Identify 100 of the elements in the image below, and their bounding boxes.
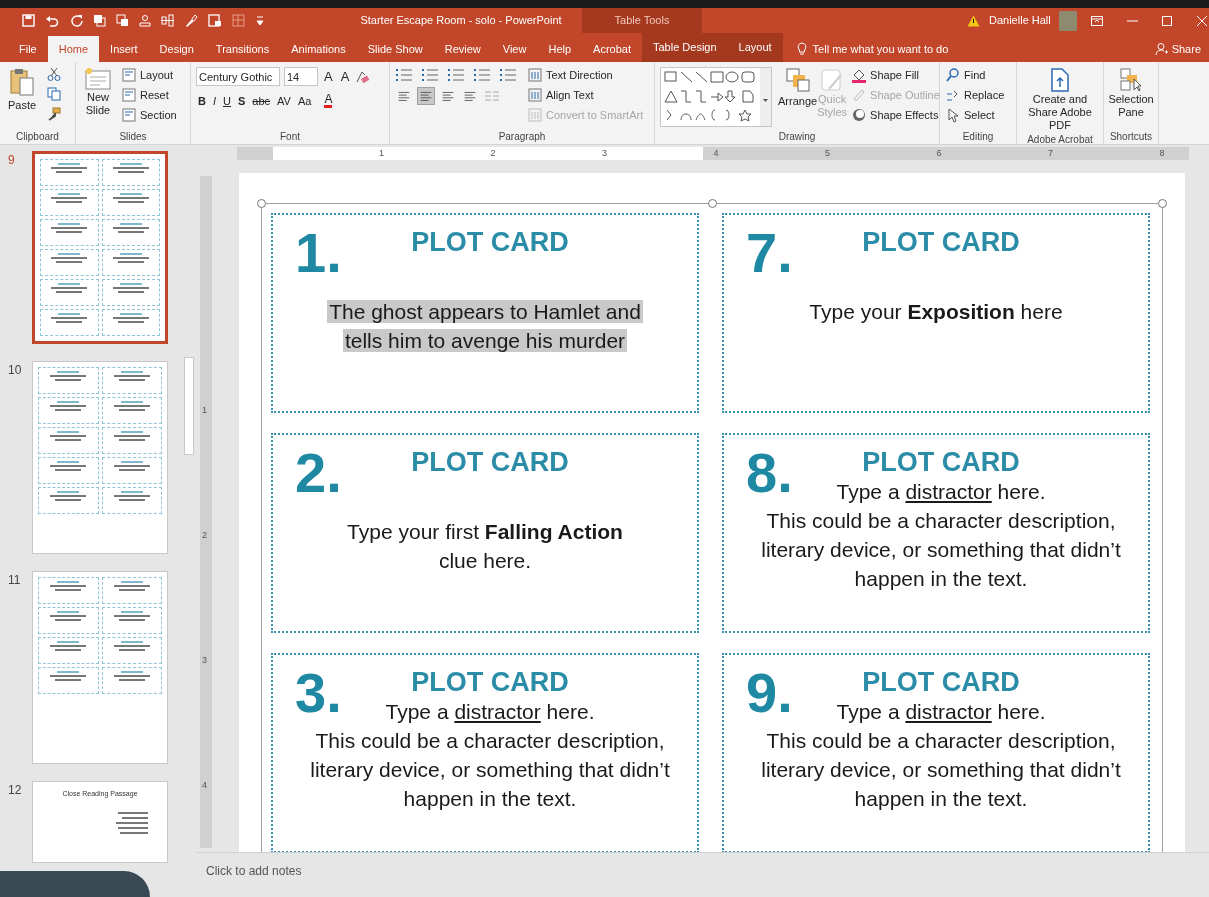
paragraph-command[interactable]: Text Direction xyxy=(527,65,644,85)
editing-command[interactable]: Find xyxy=(945,65,1005,85)
customize-caret-icon[interactable] xyxy=(256,15,264,26)
plot-card[interactable]: 7. PLOT CARD Type your Exposition here xyxy=(722,213,1150,413)
slide-number: 10 xyxy=(8,362,22,379)
ribbon-tab[interactable]: Design xyxy=(148,36,205,62)
effects-icon xyxy=(851,107,868,123)
close-icon[interactable] xyxy=(1196,15,1208,26)
slides-command[interactable]: Layout xyxy=(121,65,177,85)
thumbnail-card-drawing xyxy=(101,457,162,484)
copy-icon[interactable] xyxy=(47,87,61,101)
ribbon-display-icon[interactable] xyxy=(1090,15,1103,26)
user-name[interactable]: Danielle Hall xyxy=(989,12,1051,29)
format-painter-icon[interactable] xyxy=(47,107,61,121)
create-pdf-button[interactable]: Create and Share Adobe PDF xyxy=(1022,65,1098,132)
ribbon-tab[interactable]: Table Design xyxy=(642,33,728,62)
group-label: Editing xyxy=(961,130,995,144)
thumbnail-card-drawing xyxy=(101,577,162,604)
clear-formatting-icon[interactable] xyxy=(355,69,370,84)
plot-card[interactable]: 8. PLOT CARD Type a distractor here. This could be a character description, literary device, or something that didn’t happen in the text. xyxy=(722,433,1150,633)
card-text[interactable]: Type your Exposition here xyxy=(724,297,1148,326)
slides-command[interactable]: Reset xyxy=(121,85,177,105)
maximize-icon[interactable] xyxy=(1161,15,1173,26)
ribbon-tab[interactable]: File xyxy=(8,36,48,62)
plot-card[interactable]: 1. PLOT CARD The ghost appears to Hamlet and tells him to avenge his murder xyxy=(271,213,699,413)
drawing-command[interactable]: Shape Effects xyxy=(851,105,940,125)
thumbnail-card-drawing xyxy=(101,279,160,306)
align-objects-icon[interactable] xyxy=(161,14,174,27)
ribbon-tab[interactable]: Home xyxy=(47,36,100,62)
card-text[interactable]: Type your first Falling Action clue here. xyxy=(273,517,697,575)
ribbon-tab[interactable]: Layout xyxy=(727,33,783,62)
drawing-command[interactable]: Shape Fill xyxy=(851,65,940,85)
ribbon-tab[interactable]: Acrobat xyxy=(582,36,642,62)
layout-icon xyxy=(121,67,137,83)
thumbnail-card-drawing xyxy=(38,607,99,634)
ribbon-tab[interactable]: Review xyxy=(433,36,492,62)
slide-number: 12 xyxy=(8,782,22,799)
tell-me-search[interactable]: Tell me what you want to do xyxy=(812,40,949,58)
editing-command[interactable]: Select xyxy=(945,105,1005,125)
ribbon-tab[interactable]: Animations xyxy=(280,36,357,62)
share-button[interactable]: Share xyxy=(1171,40,1201,58)
ribbon-tab[interactable]: Insert xyxy=(99,36,149,62)
thumbnail-card-drawing xyxy=(101,667,162,694)
thumbnail-card-drawing xyxy=(40,189,99,216)
align-center-icon[interactable] xyxy=(417,87,435,105)
shadow-button[interactable]: S xyxy=(237,92,246,109)
new-slide-button[interactable]: New Slide xyxy=(81,65,115,129)
ruler-label: 3 xyxy=(602,147,607,160)
font-color-button[interactable]: A xyxy=(324,93,333,109)
paste-button[interactable]: Paste xyxy=(5,65,39,129)
character-spacing-button[interactable]: AV xyxy=(277,92,291,109)
bold-button[interactable]: B xyxy=(198,92,206,109)
bullets-icon[interactable] xyxy=(395,68,413,82)
font-size-field[interactable]: 14 xyxy=(284,67,318,87)
thumbnail-card-drawing xyxy=(38,427,99,454)
repeat-icon[interactable] xyxy=(71,14,83,27)
screen-icon[interactable] xyxy=(208,14,222,27)
slide-thumbnail[interactable] xyxy=(32,361,168,554)
italic-button[interactable]: I xyxy=(212,92,216,109)
decrease-font-size-button[interactable]: A xyxy=(338,67,352,87)
resize-handle[interactable] xyxy=(257,199,266,208)
change-case-button[interactable]: Aa xyxy=(297,92,312,109)
group-label: Slides xyxy=(118,130,148,144)
clipboard-icon xyxy=(9,67,35,97)
thumbnail-card-drawing xyxy=(38,577,99,604)
resize-handle[interactable] xyxy=(1158,199,1167,208)
duplicate-icon[interactable] xyxy=(116,14,129,27)
ribbon-tab[interactable]: Help xyxy=(537,36,583,62)
ruler-label: 6 xyxy=(936,147,942,160)
share-person-icon[interactable] xyxy=(1154,42,1168,56)
brush-icon[interactable] xyxy=(184,14,198,27)
paragraph-command[interactable]: Align Text xyxy=(527,85,644,105)
thumbnail-card-drawing xyxy=(40,279,99,306)
slide-thumbnail[interactable] xyxy=(32,151,168,344)
ribbon-tab[interactable]: View xyxy=(491,36,538,62)
strikethrough-button[interactable]: abc xyxy=(252,92,271,109)
selection-pane-icon xyxy=(1119,67,1143,93)
slide-thumbnail[interactable] xyxy=(32,571,168,764)
card-number: 3. xyxy=(295,663,342,723)
ribbon-tab[interactable]: Transitions xyxy=(204,36,281,62)
slides-command[interactable]: Section xyxy=(121,105,177,125)
underline-button[interactable]: U xyxy=(223,92,231,109)
editing-command[interactable]: Replace xyxy=(945,85,1005,105)
card-heading: PLOT CARD xyxy=(861,227,1020,257)
scissors-icon[interactable] xyxy=(47,67,61,81)
resize-handle[interactable] xyxy=(708,199,717,208)
dimmed-table-icon xyxy=(232,14,246,27)
shapes-gallery-drawing[interactable] xyxy=(660,67,772,127)
save-icon[interactable] xyxy=(22,14,35,27)
font-name-field[interactable]: Century Gothic xyxy=(196,67,280,87)
card-text[interactable]: The ghost appears to Hamlet and tells him to avenge his murder xyxy=(273,297,697,355)
ribbon-tab[interactable]: Slide Show xyxy=(356,36,434,62)
undo-icon[interactable] xyxy=(45,14,61,27)
copy-icon[interactable] xyxy=(93,14,106,27)
increase-font-size-button[interactable]: A xyxy=(322,67,335,87)
selection-pane-button[interactable]: Selection Pane xyxy=(1109,65,1153,129)
person-icon[interactable] xyxy=(139,14,151,27)
context-tab-group-label: Table Tools xyxy=(582,8,702,33)
arrange-button[interactable]: Arrange xyxy=(778,65,818,129)
plot-card[interactable]: 2. PLOT CARD Type your first Falling Action clue here. xyxy=(271,433,699,633)
